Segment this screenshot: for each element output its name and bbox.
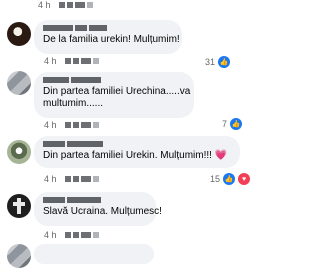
redacted-actions xyxy=(64,232,99,238)
comment-text-line2: multumim...... xyxy=(43,98,104,109)
redacted-author-name[interactable] xyxy=(43,197,147,203)
comment-bubble: Din partea familiei Urechina.....va mult… xyxy=(34,72,194,118)
comment-bubble: De la familia urekin! Mulțumim! xyxy=(34,20,182,54)
comment-text: Din partea familiei Urekin. Mulțumim!!! … xyxy=(43,150,228,161)
reaction-number: 7 xyxy=(222,119,228,129)
reaction-number: 31 xyxy=(205,57,216,67)
redacted-actions xyxy=(64,176,99,182)
reaction-count[interactable]: 15 👍 ♥ xyxy=(210,173,251,185)
like-icon: 👍 xyxy=(230,118,243,130)
comment-text: De la familia urekin! Mulțumim! xyxy=(43,34,180,45)
avatar[interactable] xyxy=(7,194,31,218)
comment-text-line1: Din partea familiei Urechina.....va xyxy=(43,86,191,97)
comment-meta: 4 h xyxy=(44,174,99,184)
reaction-count[interactable]: 7 👍 xyxy=(222,118,243,130)
comment-time[interactable]: 4 h xyxy=(44,56,57,66)
comment-bubble: Din partea familiei Urekin. Mulțumim!!! … xyxy=(34,136,240,168)
avatar[interactable] xyxy=(7,71,31,95)
reaction-number: 15 xyxy=(210,174,221,184)
comment-meta: 4 h xyxy=(38,0,93,10)
comment-time[interactable]: 4 h xyxy=(44,230,57,240)
avatar[interactable] xyxy=(7,244,31,268)
redacted-author-name[interactable] xyxy=(43,77,185,83)
heart-icon: ♥ xyxy=(238,173,251,185)
comment-meta: 4 h xyxy=(44,56,99,66)
comment-time[interactable]: 4 h xyxy=(44,120,57,130)
redacted-author-name[interactable] xyxy=(43,25,173,31)
comment-time[interactable]: 4 h xyxy=(38,0,51,10)
like-icon: 👍 xyxy=(218,56,231,68)
redacted-author-name[interactable] xyxy=(43,141,231,147)
heart-emoji: 💗 xyxy=(214,150,228,161)
comment-bubble: Slavă Ucraina. Mulțumesc! xyxy=(34,192,162,226)
avatar[interactable] xyxy=(7,140,31,164)
avatar[interactable] xyxy=(7,22,31,46)
redacted-actions xyxy=(58,2,93,8)
redacted-actions xyxy=(64,58,99,64)
like-icon: 👍 xyxy=(223,173,236,185)
comment-bubble xyxy=(34,244,154,264)
comment-time[interactable]: 4 h xyxy=(44,174,57,184)
comment-meta: 4 h xyxy=(44,120,99,130)
reaction-count[interactable]: 31 👍 xyxy=(205,56,231,68)
redacted-actions xyxy=(64,122,99,128)
comment-meta: 4 h xyxy=(44,230,99,240)
comment-text: Slavă Ucraina. Mulțumesc! xyxy=(43,206,162,217)
